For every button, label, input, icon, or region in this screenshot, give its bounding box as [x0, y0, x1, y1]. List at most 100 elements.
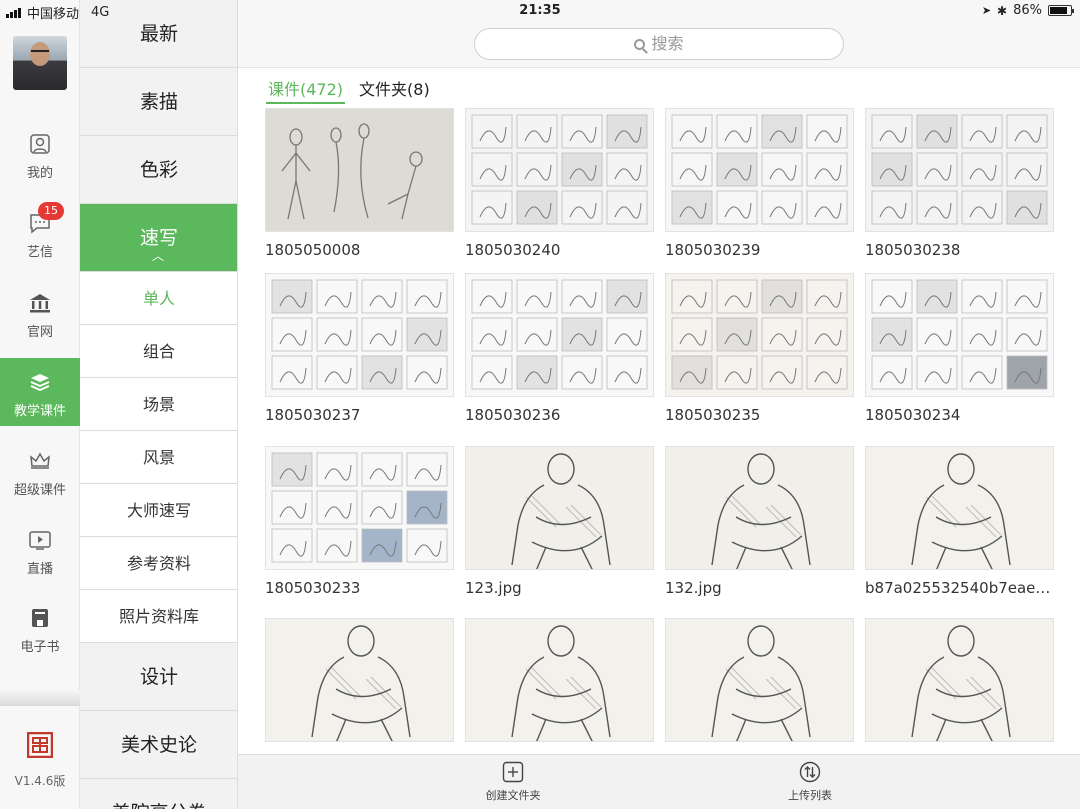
category-label: 风景 [142, 448, 175, 467]
tab-folders[interactable]: 文件夹(8) [357, 76, 432, 104]
chevron-up-icon: ︿ [152, 249, 165, 263]
upload-list-label: 上传列表 [788, 789, 832, 802]
courseware-tile[interactable] [265, 618, 454, 748]
courseware-tile[interactable]: 1805030240 [465, 108, 654, 261]
courseware-tile[interactable]: 1805030234 [865, 273, 1054, 426]
books-icon [30, 374, 50, 391]
rail-item-label: 电子书 [20, 640, 60, 655]
thumbnail-image [865, 446, 1054, 570]
category-label: 美院高分卷 [111, 802, 206, 809]
crown-icon [30, 452, 50, 469]
courseware-tile[interactable]: b87a025532540b7eae2... [865, 446, 1054, 599]
search-icon [634, 39, 646, 50]
bank-icon [30, 294, 50, 313]
sketch-image [871, 279, 1048, 390]
app-version: V1.4.6版 [14, 774, 66, 788]
status-bar: 中国移动 4G 21:35 ➤ ✱ 86% [0, 0, 1080, 22]
sketch-image [671, 279, 848, 390]
tile-name: 1805030239 [665, 241, 761, 259]
rail-item-3[interactable]: 教学课件 [0, 358, 80, 426]
sketch-image [871, 114, 1048, 225]
category-label: 素描 [139, 91, 178, 113]
courseware-tile[interactable]: 1805030236 [465, 273, 654, 426]
courseware-tile[interactable]: 132.jpg [665, 446, 854, 599]
category-label: 最新 [139, 23, 178, 45]
sketch-image [311, 625, 411, 741]
courseware-tile[interactable]: 1805050008 [265, 108, 454, 261]
avatar[interactable] [13, 36, 67, 90]
subcategory-item[interactable]: 组合 [80, 325, 237, 378]
thumbnail-image [865, 108, 1054, 232]
thumbnail-image [665, 273, 854, 397]
sketch-image [471, 279, 648, 390]
tile-name: 1805030238 [865, 241, 961, 259]
rail-item-label: 超级课件 [13, 483, 66, 498]
battery-percent: 86% [1013, 3, 1042, 18]
courseware-tile[interactable] [465, 618, 654, 748]
thumbnail-image [665, 446, 854, 570]
thumbnail-image [665, 108, 854, 232]
subcategory-item[interactable]: 场景 [80, 378, 237, 431]
tile-name: 1805030240 [465, 241, 561, 259]
content-pane: 搜索 课件(472) 文件夹(8) 1805050008 1805030240 18… [238, 0, 1080, 809]
ebook-icon [32, 609, 48, 627]
create-folder-label: 创建文件夹 [485, 789, 541, 802]
sketch-image [281, 123, 423, 220]
category-item[interactable]: 色彩 [80, 136, 237, 204]
subcategory-item[interactable]: 大师速写 [80, 484, 237, 537]
clock: 21:35 [519, 3, 561, 18]
sketch-image [911, 625, 1011, 741]
subcategory-item-active[interactable]: 单人 [80, 272, 237, 325]
sketch-image [511, 625, 611, 741]
tile-name: 1805030234 [865, 406, 961, 424]
tv-play-icon [29, 531, 51, 550]
rail-item-2[interactable]: 官网 [0, 279, 80, 347]
category-label: 场景 [142, 395, 175, 414]
tile-name: 1805030237 [265, 406, 361, 424]
rail-item-5[interactable]: 直播 [0, 516, 80, 584]
courseware-tile[interactable]: 1805030239 [665, 108, 854, 261]
rail-item-1[interactable]: 艺信 15 [0, 199, 80, 267]
category-item[interactable]: 美院高分卷 [80, 779, 237, 809]
create-folder-button[interactable]: 创建文件夹 [458, 761, 568, 803]
rail-item-6[interactable]: 电子书 [0, 594, 80, 662]
thumbnail-image [265, 108, 454, 232]
rail-item-label: 我的 [26, 166, 53, 181]
unread-badge: 15 [38, 202, 64, 220]
category-label: 大师速写 [126, 501, 191, 520]
sketch-image [511, 453, 611, 569]
category-item[interactable]: 素描 [80, 68, 237, 136]
tab-bar: 课件(472) 文件夹(8) [266, 76, 432, 104]
rail-item-0[interactable]: 我的 [0, 120, 80, 188]
courseware-tile[interactable] [865, 618, 1054, 748]
thumbnail-image [465, 273, 654, 397]
rail-item-label: 教学课件 [13, 404, 66, 419]
battery-icon [1048, 5, 1074, 16]
courseware-tile[interactable]: 1805030233 [265, 446, 454, 599]
category-label: 速写 [139, 227, 178, 249]
courseware-tile[interactable]: 1805030237 [265, 273, 454, 426]
subcategory-item[interactable]: 风景 [80, 431, 237, 484]
courseware-tile[interactable]: 123.jpg [465, 446, 654, 599]
category-label: 色彩 [139, 159, 178, 181]
courseware-tile[interactable]: 1805030235 [665, 273, 854, 426]
tile-name: 123.jpg [465, 579, 522, 597]
subcategory-item[interactable]: 照片资料库 [80, 590, 237, 643]
person-icon [30, 134, 50, 154]
category-label: 参考资料 [126, 554, 191, 573]
tab-courseware[interactable]: 课件(472) [266, 76, 346, 104]
subcategory-item[interactable]: 参考资料 [80, 537, 237, 590]
rail-item-label: 直播 [26, 562, 53, 577]
thumbnail-image [865, 273, 1054, 397]
tile-name: 1805030235 [665, 406, 761, 424]
upload-list-button[interactable]: 上传列表 [755, 761, 865, 803]
search-input[interactable]: 搜索 [474, 28, 844, 60]
courseware-tile[interactable]: 1805030238 [865, 108, 1054, 261]
category-item-active[interactable]: 速写 ︿ [80, 204, 237, 272]
category-item[interactable]: 美术史论 [80, 711, 237, 779]
category-item[interactable]: 设计 [80, 643, 237, 711]
courseware-tile[interactable] [665, 618, 854, 748]
tile-name: b87a025532540b7eae2... [865, 579, 1054, 597]
rail-item-4[interactable]: 超级课件 [0, 437, 80, 505]
tile-name: 132.jpg [665, 579, 722, 597]
